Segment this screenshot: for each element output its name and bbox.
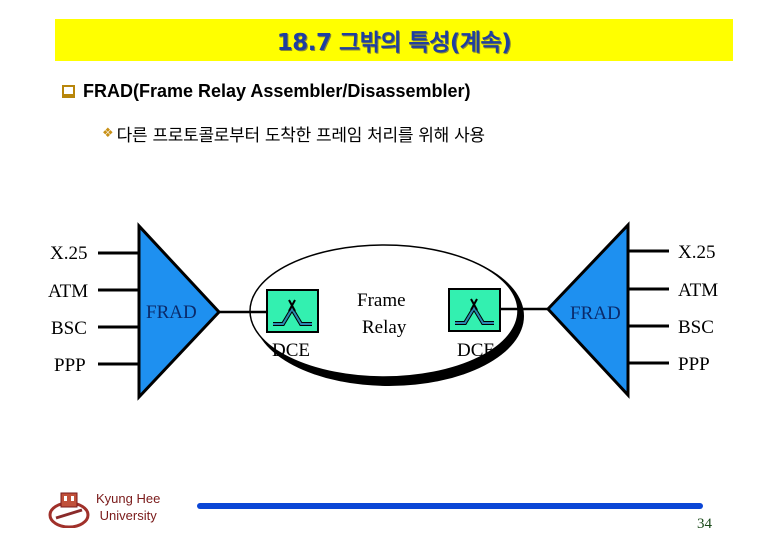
left-protocol-bsc: BSC [51,318,87,339]
university-name: Kyung Hee University [96,490,160,524]
left-dce-switch [266,289,319,333]
right-protocol-lines [628,249,669,365]
right-dce-label: DCE [457,340,495,361]
page-number: 34 [697,516,712,532]
left-protocol-x25: X.25 [50,243,87,264]
left-protocol-atm: ATM [48,281,88,302]
right-protocol-x25: X.25 [678,242,715,263]
right-dce-switch [448,288,501,332]
right-protocol-ppp: PPP [678,354,710,375]
right-protocol-atm: ATM [678,280,718,301]
right-protocol-bsc: BSC [678,317,714,338]
network-label-relay: Relay [362,317,407,338]
university-line1: Kyung Hee [96,491,161,506]
network-label-frame: Frame [357,290,406,311]
left-frad-label: FRAD [146,302,197,323]
frad-diagram: X.25 ATM BSC PPP FRAD X.25 ATM BSC PPP F… [48,221,718,401]
left-protocol-lines [98,251,139,366]
right-frad-label: FRAD [570,303,621,324]
left-protocol-ppp: PPP [54,355,86,376]
left-dce-label: DCE [272,340,310,361]
university-line2: University [99,508,157,523]
university-logo-icon [48,492,90,528]
footer-divider-bar [197,503,703,509]
